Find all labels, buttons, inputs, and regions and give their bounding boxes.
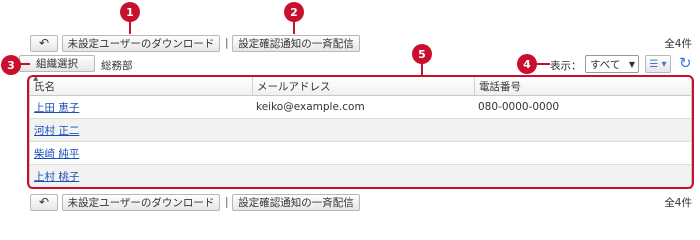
bulk-notify-button[interactable]: 設定確認通知の一斉配信 <box>232 193 360 211</box>
marker-3-leader <box>20 63 30 65</box>
filter-bar: 組織選択 総務部 表示： すべて ▼ ☰ ▾ ↻ <box>0 54 700 74</box>
selected-department: 総務部 <box>101 60 133 72</box>
back-button[interactable]: ↶ <box>30 193 58 211</box>
table-highlight <box>27 75 694 189</box>
separator: | <box>225 37 229 49</box>
download-unset-users-button[interactable]: 未設定ユーザーのダウンロード <box>62 193 220 211</box>
org-select-button[interactable]: 組織選択 <box>19 55 95 72</box>
total-count: 全4件 <box>664 196 692 209</box>
marker-5-leader <box>421 62 423 76</box>
bottom-toolbar: ↶ 未設定ユーザーのダウンロード | 設定確認通知の一斉配信 全4件 <box>0 192 700 212</box>
chevron-down-icon: ▼ <box>628 59 635 69</box>
list-view-icon: ☰ ▾ <box>649 58 667 70</box>
marker-4-leader <box>536 63 550 65</box>
separator: | <box>225 196 229 208</box>
bulk-notify-button[interactable]: 設定確認通知の一斉配信 <box>232 34 360 52</box>
display-filter-select[interactable]: すべて ▼ <box>585 55 639 73</box>
display-label: 表示： <box>550 60 582 72</box>
top-toolbar: ↶ 未設定ユーザーのダウンロード | 設定確認通知の一斉配信 全4件 <box>0 33 700 53</box>
back-arrow-icon: ↶ <box>38 195 50 209</box>
download-unset-users-button[interactable]: 未設定ユーザーのダウンロード <box>62 34 220 52</box>
back-button[interactable]: ↶ <box>30 34 58 52</box>
display-filter-value: すべて <box>590 58 621 71</box>
back-arrow-icon: ↶ <box>38 36 50 50</box>
marker-3: 3 <box>1 55 21 75</box>
reload-icon[interactable]: ↻ <box>679 56 692 71</box>
marker-2-leader <box>293 21 295 34</box>
marker-4: 4 <box>517 54 537 74</box>
total-count: 全4件 <box>664 37 692 50</box>
marker-1: 1 <box>120 2 140 22</box>
view-mode-button[interactable]: ☰ ▾ <box>645 55 671 73</box>
marker-5: 5 <box>412 44 432 64</box>
marker-1-leader <box>129 21 131 34</box>
marker-2: 2 <box>284 2 304 22</box>
